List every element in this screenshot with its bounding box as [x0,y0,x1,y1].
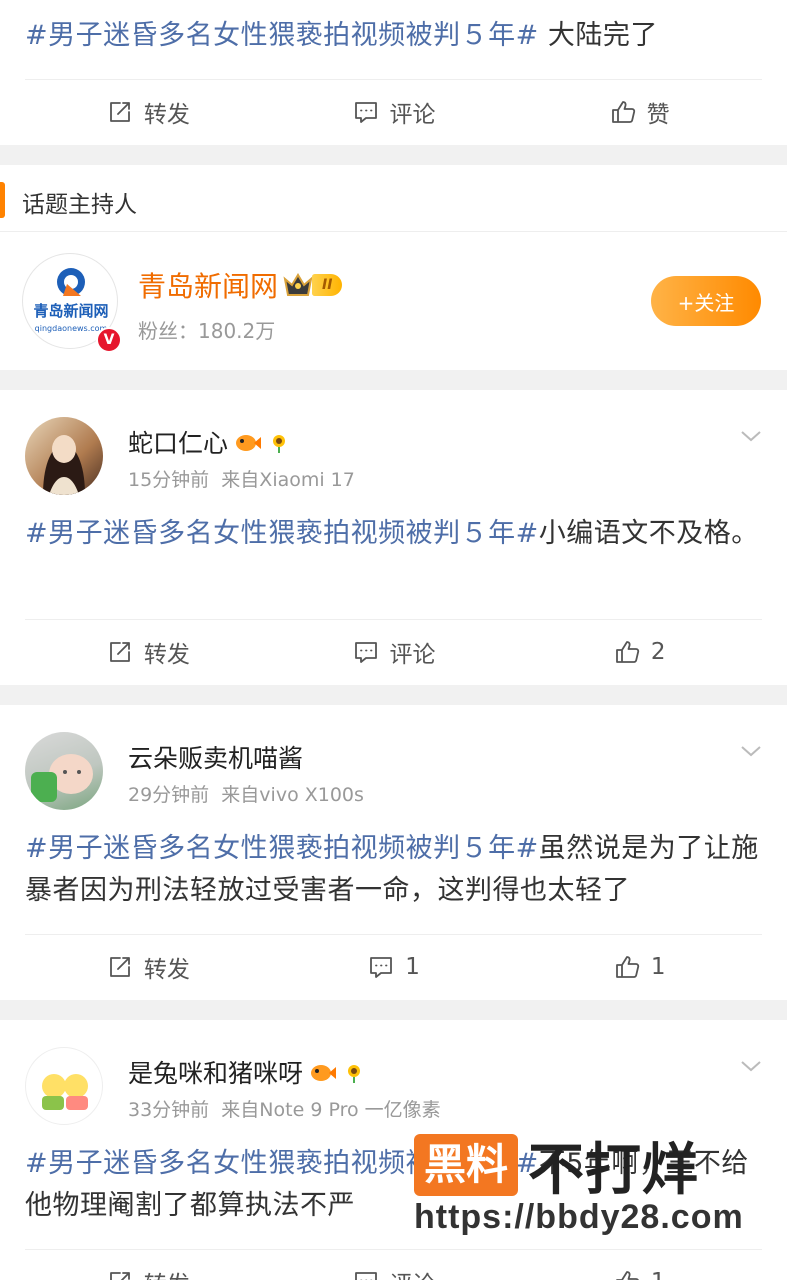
repost-icon [109,1271,130,1280]
topic-link[interactable]: #男子迷昏多名女性猥亵拍视频被判５年# [25,518,539,549]
svg-text:青岛新闻网: 青岛新闻网 [33,302,108,320]
action-bar: 转发 评论 赞 [25,79,762,143]
repost-icon [109,641,130,662]
like-button[interactable]: 1 [516,1250,762,1280]
user-name[interactable]: 蛇口仁心 [128,424,290,460]
post-content: #男子迷昏多名女性猥亵拍视频被判５年#小编语文不及格。 [25,518,759,549]
level-badge: II [312,274,343,296]
topic-link[interactable]: #男子迷昏多名女性猥亵拍视频被判５年# [25,20,539,51]
watermark: 黑料 不打烊 [414,1134,699,1203]
user-avatar[interactable] [25,732,103,810]
topic-host-card: 话题主持人 青岛新闻网 qingdaonews.com V 青岛新闻网 II 粉… [0,165,787,370]
comment-button[interactable]: 评论 [271,80,517,143]
post-meta: 29分钟前 来自vivo X100s [128,784,364,806]
like-button[interactable]: 1 [516,935,762,998]
fish-badge-icon [234,431,262,453]
action-bar: 转发 评论 2 [25,619,762,683]
post-card-2: 云朵贩卖机喵酱 29分钟前 来自vivo X100s #男子迷昏多名女性猥亵拍视… [0,705,787,1000]
watermark-url: https://bbdy28.com [414,1198,744,1236]
repost-button[interactable]: 转发 [25,80,271,143]
svg-text:qingdaonews.com: qingdaonews.com [35,324,108,333]
post-card-0: #男子迷昏多名女性猥亵拍视频被判５年# 大陆完了 转发 评论 赞 [0,0,787,145]
post-card-1: 蛇口仁心 15分钟前 来自Xiaomi 17 #男子迷昏多名女性猥亵拍视频被判５… [0,390,787,685]
post-meta: 33分钟前 来自Note 9 Pro 一亿像素 [128,1099,441,1121]
chevron-down-icon[interactable] [739,424,763,448]
action-bar: 转发 评论 1 [25,1249,762,1280]
member-crown-icon: II [282,271,343,299]
divider [0,231,787,232]
comment-button[interactable]: 评论 [271,620,517,683]
repost-icon [109,956,130,977]
post-meta: 15分钟前 来自Xiaomi 17 [128,469,355,491]
baby-avatar-icon [31,754,93,802]
user-name[interactable]: 是兔咪和猪咪呀 [128,1054,365,1090]
repost-icon [109,101,130,122]
follow-button[interactable]: +关注 [651,276,761,326]
anime-girl-avatar-icon [43,435,85,495]
host-followers: 粉丝：180.2万 [138,319,276,343]
section-accent [0,182,5,218]
repost-button[interactable]: 转发 [25,1250,271,1280]
like-button[interactable]: 2 [516,620,762,683]
bunny-pig-avatar-icon [42,1074,88,1110]
comment-icon [370,956,393,978]
fish-badge-icon [309,1061,337,1083]
thumbs-up-icon [615,640,640,663]
user-avatar[interactable] [25,417,103,495]
user-avatar[interactable] [25,1047,103,1125]
user-name[interactable]: 云朵贩卖机喵酱 [128,739,303,775]
thumbs-up-icon [615,955,640,978]
post-content: #男子迷昏多名女性猥亵拍视频被判５年# 大陆完了 [25,20,658,51]
host-name-row: 青岛新闻网 II [138,265,343,305]
comment-button[interactable]: 评论 [271,1250,517,1280]
chevron-down-icon[interactable] [739,739,763,763]
topic-link[interactable]: #男子迷昏多名女性猥亵拍视频被判５年# [25,833,539,864]
like-button[interactable]: 赞 [516,80,762,143]
watermark-box: 黑料 [414,1134,519,1196]
post-content: #男子迷昏多名女性猥亵拍视频被判５年#虽然说是为了让施暴者因为刑法轻放过受害者一… [25,833,759,906]
comment-icon [354,641,377,663]
sunflower-badge-icon [268,431,290,453]
thumbs-up-icon [615,1270,639,1280]
repost-button[interactable]: 转发 [25,935,271,998]
comment-icon [354,1271,377,1280]
repost-button[interactable]: 转发 [25,620,271,683]
sunflower-badge-icon [343,1061,365,1083]
verified-badge: V [96,327,122,353]
action-bar: 转发 1 1 [25,934,762,998]
comment-button[interactable]: 1 [271,935,517,998]
watermark-text: 不打烊 [528,1137,700,1203]
host-name[interactable]: 青岛新闻网 [138,265,278,305]
section-title: 话题主持人 [22,192,137,218]
thumbs-up-icon [611,100,635,123]
comment-icon [354,101,377,123]
chevron-down-icon[interactable] [739,1054,763,1078]
